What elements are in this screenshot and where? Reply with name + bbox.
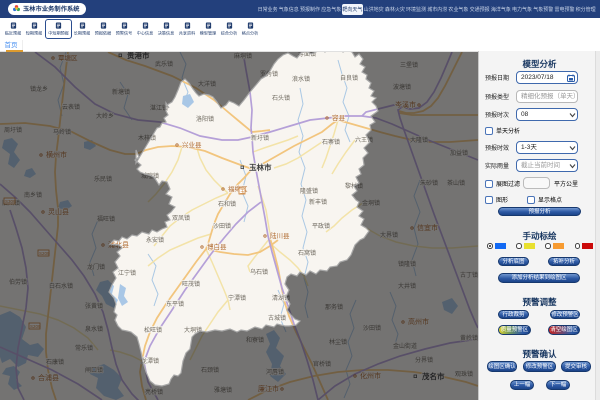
svg-text:隆盛镇: 隆盛镇 (300, 187, 318, 195)
svg-text:乌石镇: 乌石镇 (250, 268, 268, 276)
svg-text:博白县: 博白县 (207, 242, 227, 251)
svg-text:东平镇: 东平镇 (166, 300, 184, 308)
svg-text:自良镇: 自良镇 (340, 74, 358, 82)
svg-text:石和镇: 石和镇 (218, 200, 236, 208)
svg-text:永安镇: 永安镇 (146, 236, 164, 244)
svg-text:石头镇: 石头镇 (272, 94, 290, 102)
svg-text:古城镇: 古城镇 (268, 314, 286, 322)
svg-text:沙田镇: 沙田镇 (213, 222, 231, 230)
svg-text:旺茂镇: 旺茂镇 (182, 280, 200, 288)
svg-text:新圩镇: 新圩镇 (251, 134, 269, 142)
svg-text:平政镇: 平政镇 (312, 222, 330, 230)
svg-text:双凤镇: 双凤镇 (172, 214, 190, 222)
svg-text:兴业县: 兴业县 (182, 140, 202, 149)
svg-text:玉: 玉 (240, 189, 245, 194)
svg-text:石寨镇: 石寨镇 (322, 138, 340, 146)
svg-text:宁潭镇: 宁潭镇 (228, 294, 246, 302)
svg-text:陆川县: 陆川县 (270, 231, 290, 240)
svg-text:玉林市: 玉林市 (249, 162, 272, 172)
svg-text:江宁镇: 江宁镇 (118, 269, 136, 277)
svg-text:新丰镇: 新丰镇 (309, 198, 327, 206)
svg-text:浪水镇: 浪水镇 (292, 75, 310, 83)
svg-text:容县: 容县 (332, 113, 346, 122)
svg-text:石窝镇: 石窝镇 (298, 249, 316, 257)
svg-text:洛阳镇: 洛阳镇 (196, 115, 214, 123)
svg-text:松旺镇: 松旺镇 (144, 326, 162, 334)
